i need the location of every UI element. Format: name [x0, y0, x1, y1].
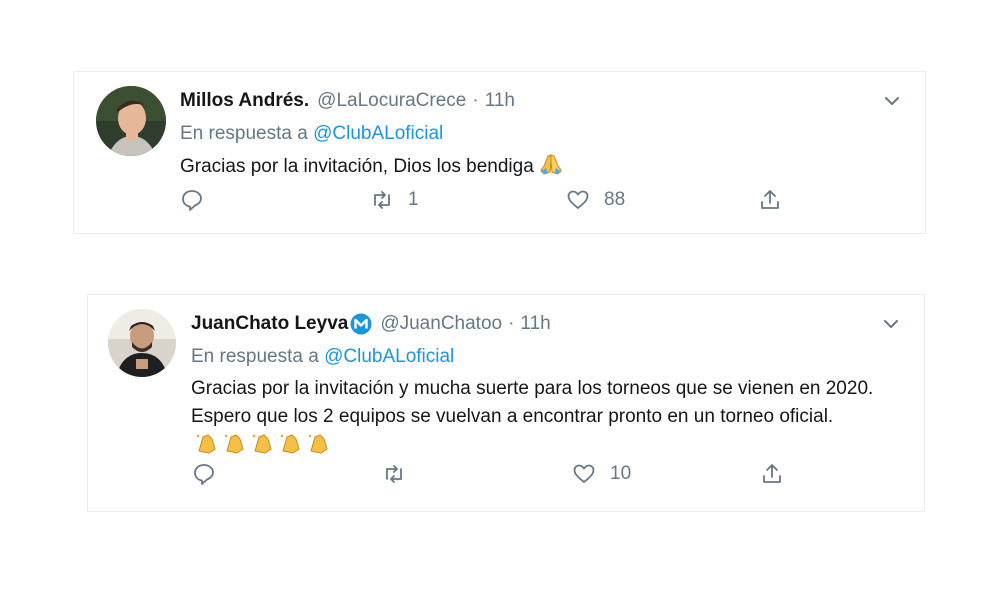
tweet-card[interactable]: Millos Andrés. @LaLocuraCrece · 11h En r… — [73, 71, 926, 234]
like-button[interactable]: 10 — [572, 462, 631, 486]
retweet-icon — [386, 465, 402, 483]
chevron-down-icon[interactable] — [880, 313, 902, 335]
timestamp[interactable]: 11h — [485, 90, 515, 112]
reply-mention-link[interactable]: @ClubALoficial — [324, 346, 454, 367]
verified-badge-icon — [350, 313, 372, 335]
reply-context: En respuesta a @ClubALoficial — [191, 344, 911, 370]
separator-dot: · — [472, 90, 479, 111]
share-icon — [763, 464, 781, 483]
user-handle[interactable]: @LaLocuraCrece — [317, 90, 466, 112]
like-count: 88 — [604, 189, 626, 210]
tweet-actions: 1 88 — [74, 188, 925, 218]
tweet-text: Gracias por la invitación y mucha suerte… — [191, 375, 911, 464]
timestamp[interactable]: 11h — [520, 313, 550, 335]
tweet-text: Gracias por la invitación, Dios los bend… — [180, 152, 900, 185]
user-handle[interactable]: @JuanChatoo — [380, 313, 502, 335]
tweet-actions: 10 — [88, 462, 924, 492]
clapping-hands-emoji-icon — [195, 431, 335, 464]
folded-hands-emoji-icon — [538, 152, 564, 185]
retweet-button[interactable] — [382, 462, 420, 486]
reply-icon — [182, 190, 202, 211]
like-count: 10 — [610, 463, 632, 484]
heart-icon — [567, 190, 589, 209]
share-button[interactable] — [760, 462, 784, 486]
avatar-image — [108, 309, 176, 377]
avatar[interactable] — [108, 309, 176, 377]
reply-button[interactable] — [180, 188, 204, 212]
retweet-icon — [374, 191, 390, 209]
reply-prefix: En respuesta a — [180, 123, 308, 144]
tweet-text-body: Gracias por la invitación y mucha suerte… — [191, 378, 874, 427]
tweet-card[interactable]: JuanChato Leyva @JuanChatoo · 11h En res… — [87, 294, 925, 512]
display-name[interactable]: Millos Andrés. — [180, 90, 309, 112]
display-name[interactable]: JuanChato Leyva — [191, 313, 348, 335]
separator-dot: · — [508, 313, 515, 334]
avatar[interactable] — [96, 86, 166, 156]
heart-icon — [573, 464, 595, 483]
reply-button[interactable] — [192, 462, 216, 486]
reply-mention-link[interactable]: @ClubALoficial — [313, 123, 443, 144]
share-button[interactable] — [758, 188, 782, 212]
reply-prefix: En respuesta a — [191, 346, 319, 367]
avatar-image — [96, 86, 166, 156]
retweet-button[interactable]: 1 — [370, 188, 419, 212]
like-button[interactable]: 88 — [566, 188, 625, 212]
chevron-down-icon[interactable] — [881, 90, 903, 112]
reply-context: En respuesta a @ClubALoficial — [180, 121, 900, 147]
retweet-count: 1 — [408, 189, 419, 210]
share-icon — [761, 190, 779, 209]
reply-icon — [194, 464, 214, 485]
tweet-text-body: Gracias por la invitación, Dios los bend… — [180, 156, 534, 177]
